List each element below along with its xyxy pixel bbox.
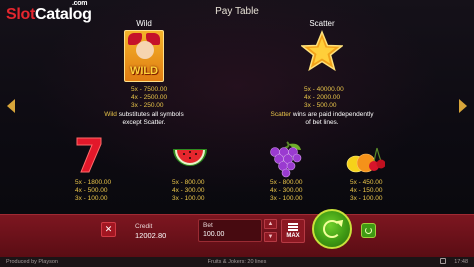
footer-bar: Produced by Playson Fruits & Jokers: 20 … [0,257,474,267]
scatter-title: Scatter [309,19,335,28]
previous-page-arrow-icon[interactable] [7,99,15,113]
bet-label: Bet [203,222,213,229]
autoplay-icon [365,227,372,234]
wild-joker-icon: WILD [124,30,164,82]
settings-icon[interactable] [440,258,446,264]
wild-title: Wild [136,19,152,28]
watermelon-icon [173,149,207,166]
scatter-star-icon [301,30,343,72]
wild-description: Wild substitutes all symbols except Scat… [104,111,184,126]
autoplay-button[interactable] [361,223,376,238]
paytable-screen [0,0,474,215]
bet-value: 100.00 [203,231,225,238]
seven-paytable: 5x - 1800.00 4x - 500.00 3x - 100.00 [75,179,112,202]
watermelon-paytable: 5x - 800.00 4x - 300.00 3x - 100.00 [172,179,205,202]
bet-increase-button[interactable]: ▲ [264,219,277,229]
scatter-description: Scatter wins are paid independently of b… [270,111,374,126]
max-bet-button[interactable]: MAX [281,219,305,243]
lemon-orange-cherries-icon [346,147,385,173]
page-title: Pay Table [215,6,259,17]
next-page-arrow-icon[interactable] [459,99,467,113]
wild-paytable: 5x - 7500.00 4x - 2500.00 3x - 250.00 [131,86,168,109]
bet-decrease-button[interactable]: ▼ [264,232,277,242]
close-paytable-button[interactable]: ✕ [101,222,116,237]
bet-display: Bet 100.00 [198,219,262,242]
credit-value: 12002.80 [135,231,167,240]
grapes-paytable: 5x - 800.00 4x - 300.00 3x - 100.00 [270,179,303,202]
seven-icon [76,137,102,173]
citrus-cherries-paytable: 5x - 450.00 4x - 150.00 3x - 100.00 [350,179,383,202]
scatter-paytable: 5x - 40000.00 4x - 2000.00 3x - 500.00 [304,86,344,109]
game-name: Fruits & Jokers: 20 lines [207,259,267,265]
grapes-icon [270,141,302,178]
spin-button[interactable] [312,209,352,249]
credit-label: Credit [135,223,153,230]
coin-stack-icon [288,223,298,231]
clock: 17:48 [454,259,468,265]
